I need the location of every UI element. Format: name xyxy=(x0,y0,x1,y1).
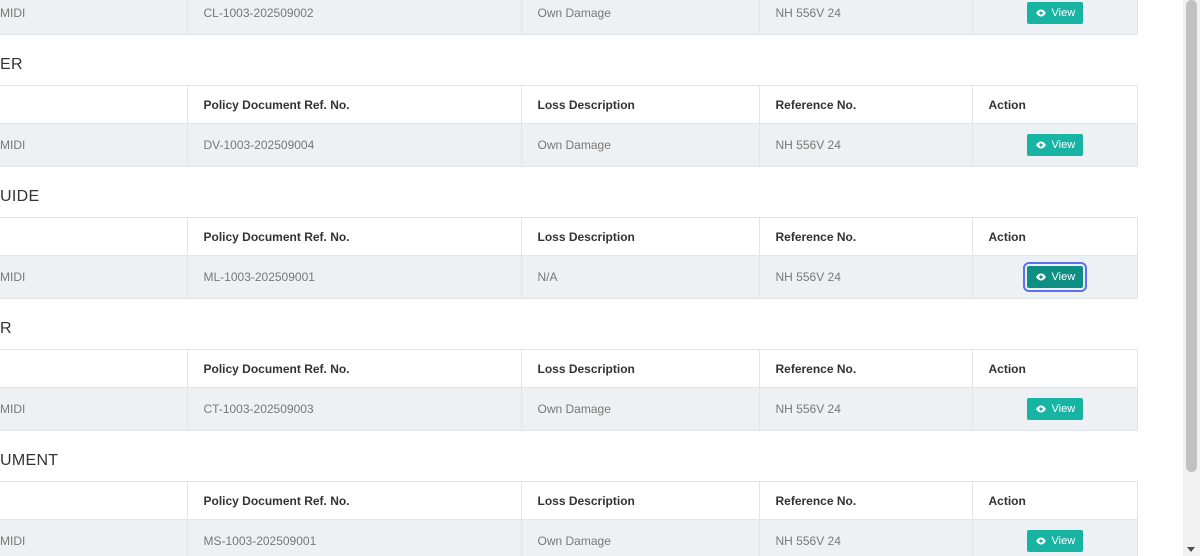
view-button[interactable]: View xyxy=(1026,134,1084,156)
cell-type: MIDI xyxy=(0,387,188,431)
view-button-label: View xyxy=(1051,139,1076,151)
table-header-row: Policy Document Ref. No. Loss Description… xyxy=(0,481,1138,520)
scrollbar-thumb[interactable] xyxy=(1186,0,1197,472)
table-row: MIDI MS-1003-202509001 Own Damage NH 556V 2… xyxy=(0,519,1138,556)
table-row: MIDI CL-1003-202509002 Own Damage NH 556V 2… xyxy=(0,0,1138,35)
column-header: Reference No. xyxy=(758,481,973,520)
view-button-label: View xyxy=(1051,403,1076,415)
column-header: Loss Description xyxy=(520,481,760,520)
eye-icon xyxy=(1035,405,1047,413)
column-header: Loss Description xyxy=(520,85,760,124)
documents-table: Policy Document Ref. No. Loss Description… xyxy=(0,349,1138,431)
column-header: Loss Description xyxy=(520,217,760,256)
documents-table: Policy Document Ref. No. Loss Description… xyxy=(0,85,1138,167)
page: MIDI CL-1003-202509002 Own Damage NH 556V 2… xyxy=(0,0,1200,556)
table-row: MIDI ML-1003-202509001 N/A NH 556V 24 View xyxy=(0,255,1138,299)
cell-policy-ref: DV-1003-202509004 xyxy=(186,123,522,167)
cell-reference: NH 556V 24 xyxy=(758,519,973,556)
column-header: Policy Document Ref. No. xyxy=(186,349,522,388)
view-button-label: View xyxy=(1051,7,1076,19)
eye-icon xyxy=(1035,537,1047,545)
cell-loss: Own Damage xyxy=(520,123,760,167)
column-header: Reference No. xyxy=(758,217,973,256)
cell-loss: Own Damage xyxy=(520,0,760,35)
column-header: Action xyxy=(971,349,1138,388)
table-header-row: Policy Document Ref. No. Loss Description… xyxy=(0,349,1138,388)
cell-loss: Own Damage xyxy=(520,519,760,556)
section-title: UMENT xyxy=(0,452,59,469)
cell-type: MIDI xyxy=(0,255,188,299)
cell-loss: Own Damage xyxy=(520,387,760,431)
documents-table: MIDI CL-1003-202509002 Own Damage NH 556V 2… xyxy=(0,0,1138,35)
cell-reference: NH 556V 24 xyxy=(758,0,973,35)
cell-action: View xyxy=(971,255,1138,299)
table-header-row: Policy Document Ref. No. Loss Description… xyxy=(0,85,1138,124)
view-button-label: View xyxy=(1051,535,1076,547)
scroll-down-arrow-icon[interactable] xyxy=(1187,547,1195,552)
document-sections: MIDI CL-1003-202509002 Own Damage NH 556V 2… xyxy=(0,0,1138,556)
cell-action: View xyxy=(971,0,1138,35)
column-header: Policy Document Ref. No. xyxy=(186,217,522,256)
section-title: ER xyxy=(0,56,23,73)
column-header xyxy=(0,481,188,520)
cell-reference: NH 556V 24 xyxy=(758,387,973,431)
column-header: Reference No. xyxy=(758,349,973,388)
view-button[interactable]: View xyxy=(1026,530,1084,552)
cell-reference: NH 556V 24 xyxy=(758,255,973,299)
eye-icon xyxy=(1035,141,1047,149)
table-header-row: Policy Document Ref. No. Loss Description… xyxy=(0,217,1138,256)
view-button-label: View xyxy=(1051,271,1076,283)
table-row: MIDI DV-1003-202509004 Own Damage NH 556V 2… xyxy=(0,123,1138,167)
cell-type: MIDI xyxy=(0,123,188,167)
view-button[interactable]: View xyxy=(1022,262,1088,292)
cell-policy-ref: ML-1003-202509001 xyxy=(186,255,522,299)
cell-policy-ref: CL-1003-202509002 xyxy=(186,0,522,35)
documents-table: Policy Document Ref. No. Loss Description… xyxy=(0,481,1138,556)
cell-action: View xyxy=(971,387,1138,431)
cell-loss: N/A xyxy=(520,255,760,299)
eye-icon xyxy=(1035,9,1047,17)
section-title: R xyxy=(0,320,12,337)
documents-table: Policy Document Ref. No. Loss Description… xyxy=(0,217,1138,299)
column-header xyxy=(0,349,188,388)
cell-action: View xyxy=(971,519,1138,556)
column-header: Action xyxy=(971,481,1138,520)
column-header: Action xyxy=(971,217,1138,256)
vertical-scrollbar[interactable] xyxy=(1183,0,1200,556)
view-button[interactable]: View xyxy=(1026,398,1084,420)
column-header xyxy=(0,85,188,124)
column-header: Action xyxy=(971,85,1138,124)
cell-type: MIDI xyxy=(0,519,188,556)
table-row: MIDI CT-1003-202509003 Own Damage NH 556V 2… xyxy=(0,387,1138,431)
eye-icon xyxy=(1035,273,1047,281)
cell-reference: NH 556V 24 xyxy=(758,123,973,167)
column-header xyxy=(0,217,188,256)
column-header: Policy Document Ref. No. xyxy=(186,85,522,124)
column-header: Loss Description xyxy=(520,349,760,388)
column-header: Reference No. xyxy=(758,85,973,124)
section-title: UIDE xyxy=(0,188,40,205)
cell-type: MIDI xyxy=(0,0,188,35)
cell-action: View xyxy=(971,123,1138,167)
column-header: Policy Document Ref. No. xyxy=(186,481,522,520)
cell-policy-ref: MS-1003-202509001 xyxy=(186,519,522,556)
view-button[interactable]: View xyxy=(1026,2,1084,24)
cell-policy-ref: CT-1003-202509003 xyxy=(186,387,522,431)
